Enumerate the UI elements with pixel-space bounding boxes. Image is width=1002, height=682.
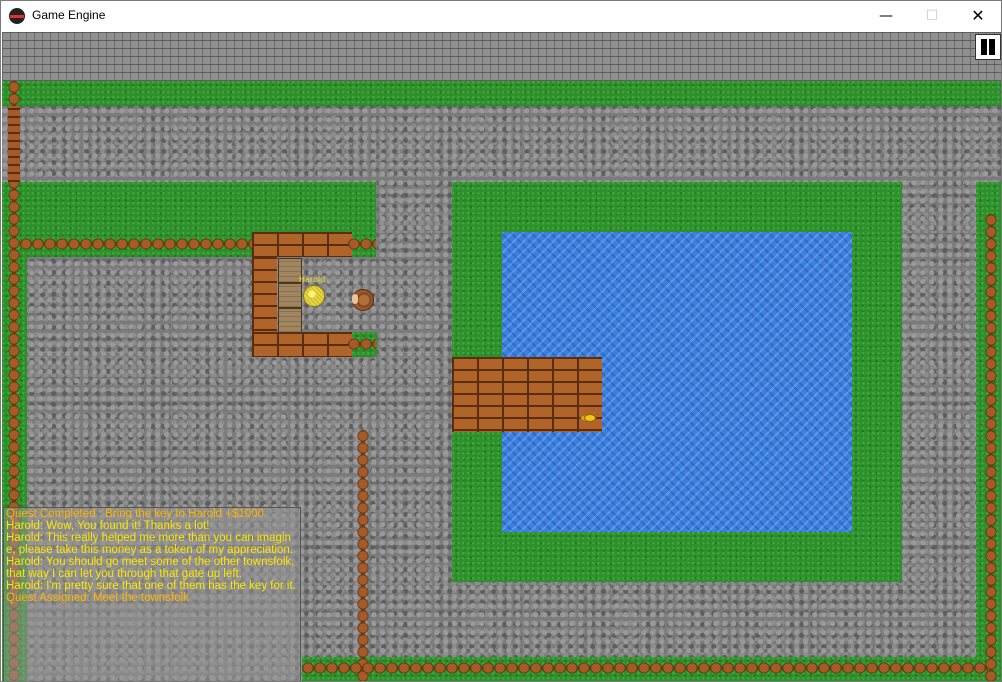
- fish-icon[interactable]: [580, 414, 598, 422]
- chat-line: Harold: I'm pretty sure that one of them…: [6, 580, 296, 592]
- house-floor-tile-2: [278, 283, 302, 308]
- chat-line: Quest Assigned: Meet the townsfolk: [6, 592, 189, 604]
- npc-name-label: Harold: [299, 275, 326, 284]
- game-canvas[interactable]: Harold Quest Completed : Bring the key t…: [2, 32, 1001, 681]
- chat-line: Harold: Wow, You found it! Thanks a lot!: [6, 520, 210, 532]
- chat-line: Quest Completed : Bring the key to Harol…: [6, 508, 264, 520]
- house-wall-bottom: [252, 332, 352, 357]
- app-logo-icon: [9, 8, 25, 24]
- chat-log: Quest Completed : Bring the key to Harol…: [3, 507, 301, 681]
- gate[interactable]: [8, 106, 20, 182]
- fence-middle: [357, 430, 369, 681]
- fence-right: [985, 214, 997, 681]
- title-bar[interactable]: Game Engine — ☐ ✕: [1, 1, 1001, 31]
- fish-body: [584, 414, 596, 422]
- maximize-button[interactable]: ☐: [909, 1, 955, 31]
- pause-icon[interactable]: [975, 34, 1001, 60]
- npc-harold[interactable]: [303, 285, 325, 307]
- game-window: Game Engine — ☐ ✕ Harold Quest Completed…: [0, 0, 1002, 682]
- pause-bar-left: [981, 39, 987, 55]
- chat-line: Harold: You should go meet some of the o…: [6, 556, 298, 580]
- chat-line: Harold: This really helped me more than …: [6, 532, 294, 556]
- fence-bottom: [302, 662, 988, 674]
- minimize-button[interactable]: —: [863, 1, 909, 31]
- window-title: Game Engine: [32, 8, 106, 22]
- stone-wall: [2, 32, 1001, 81]
- close-button[interactable]: ✕: [955, 1, 1001, 31]
- house-floor-tile-3: [278, 308, 302, 333]
- player-character: [352, 289, 374, 311]
- grass-strip-top: [2, 81, 1001, 106]
- fence-house-bottom: [348, 338, 376, 350]
- house-wall-left: [252, 257, 277, 332]
- pause-bar-right: [989, 39, 995, 55]
- fence-house-top: [348, 238, 376, 250]
- house-wall-top: [252, 232, 352, 257]
- fence-left-field: [20, 238, 252, 250]
